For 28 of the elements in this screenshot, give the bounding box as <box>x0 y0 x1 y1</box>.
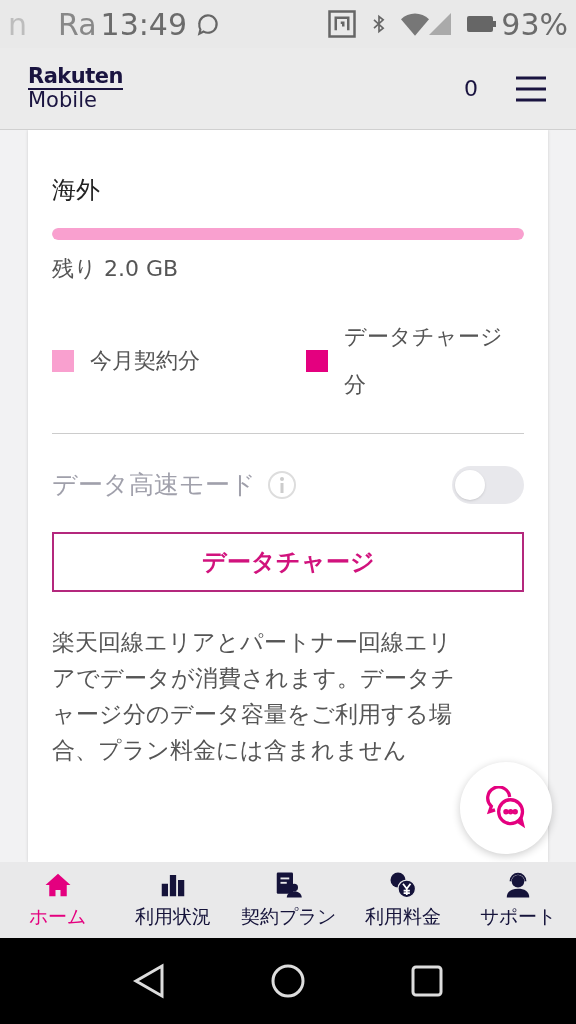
nav-tab[interactable]: 利用状況 <box>115 869 231 931</box>
cart-count[interactable]: 0 <box>464 72 478 105</box>
remaining-data: 残り 2.0 GB <box>52 255 180 283</box>
data-charge-button[interactable]: データチャージ <box>52 532 524 592</box>
recents-icon[interactable] <box>410 964 444 998</box>
legend-label: 今月契約分 <box>90 347 201 375</box>
setting-label: データ高速モード <box>52 469 256 502</box>
home-circle-icon[interactable] <box>270 963 306 999</box>
wifi-icon <box>401 12 430 36</box>
toggle-switch[interactable] <box>452 466 524 504</box>
nav-tab[interactable]: 利用料金 <box>345 869 461 931</box>
nav-tab[interactable]: サポート <box>460 869 576 931</box>
clock: 13:49 <box>100 5 188 44</box>
note-text: 楽天回線エリアとパートナー回線エリアでデータが消費されます。データチャージ分のデータ容量をご利用する場合、プラン料金には含まれません <box>52 628 456 765</box>
battery-icon <box>467 13 498 35</box>
signal-icon <box>429 13 452 35</box>
chat-bubbles-icon <box>484 786 528 830</box>
menu-icon[interactable] <box>514 74 548 103</box>
legend-label: データチャージ分 <box>344 323 504 399</box>
carrier-name: Ra <box>58 5 97 44</box>
nav-tab[interactable]: ホーム <box>0 869 116 931</box>
section-title: 海外 <box>52 175 101 206</box>
back-icon[interactable] <box>132 963 166 999</box>
nav-tab[interactable]: 契約プラン <box>230 869 346 931</box>
logo-subtitle: Mobile <box>28 90 98 111</box>
nfc-icon <box>327 9 358 39</box>
battery-percentage: 93% <box>501 5 568 44</box>
logo-wordmark: Rakuten <box>28 66 123 90</box>
